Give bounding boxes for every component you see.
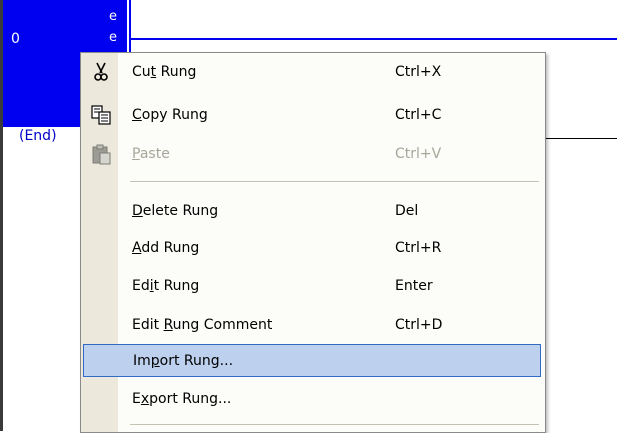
menu-item-import-rung[interactable]: Import Rung... xyxy=(83,344,541,377)
menu-separator xyxy=(130,181,539,183)
end-rung-label: (End) xyxy=(19,128,57,144)
menu-item-add-rung[interactable]: Add Rung Ctrl+R xyxy=(83,231,541,264)
menu-item-label: Edit Rung Comment xyxy=(132,316,273,333)
menu-item-label: Paste xyxy=(132,145,170,162)
menu-item-shortcut: Enter xyxy=(395,277,433,294)
menu-item-label: Add Rung xyxy=(132,239,200,256)
menu-item-shortcut: Del xyxy=(395,202,419,219)
menu-item-cut-rung[interactable]: Cut Rung Ctrl+X xyxy=(83,55,541,88)
menu-item-label: Copy Rung xyxy=(132,106,208,123)
copy-icon xyxy=(91,104,111,125)
cut-icon xyxy=(94,62,108,81)
menu-item-label: Export Rung... xyxy=(132,390,232,407)
menu-item-delete-rung[interactable]: Delete Rung Del xyxy=(83,194,541,227)
menu-item-shortcut: Ctrl+V xyxy=(395,145,442,162)
menu-item-label: Delete Rung xyxy=(132,202,219,219)
menu-item-label: Cut Rung xyxy=(132,63,197,80)
menu-item-copy-rung[interactable]: Copy Rung Ctrl+C xyxy=(83,98,541,131)
rung-marker-bottom: e xyxy=(109,30,117,45)
rung-number: 0 xyxy=(11,31,20,47)
menu-item-edit-rung-comment[interactable]: Edit Rung Comment Ctrl+D xyxy=(83,308,541,341)
menu-item-export-rung[interactable]: Export Rung... xyxy=(83,382,541,415)
menu-item-paste[interactable]: Paste Ctrl+V xyxy=(83,137,541,170)
menu-separator xyxy=(130,424,539,426)
rung-marker-top: e xyxy=(109,9,117,24)
menu-item-label: Import Rung... xyxy=(133,352,234,369)
menu-item-shortcut: Ctrl+D xyxy=(395,316,443,333)
menu-item-edit-rung[interactable]: Edit Rung Enter xyxy=(83,269,541,302)
rung-context-menu: Cut Rung Ctrl+X Copy Rung Ctrl+C Paste C… xyxy=(80,52,546,433)
menu-item-label: Edit Rung xyxy=(132,277,200,294)
menu-item-shortcut: Ctrl+X xyxy=(395,63,442,80)
rung-0-line[interactable] xyxy=(131,38,617,40)
menu-item-shortcut: Ctrl+C xyxy=(395,106,442,123)
menu-item-shortcut: Ctrl+R xyxy=(395,239,442,256)
paste-icon xyxy=(92,144,111,164)
